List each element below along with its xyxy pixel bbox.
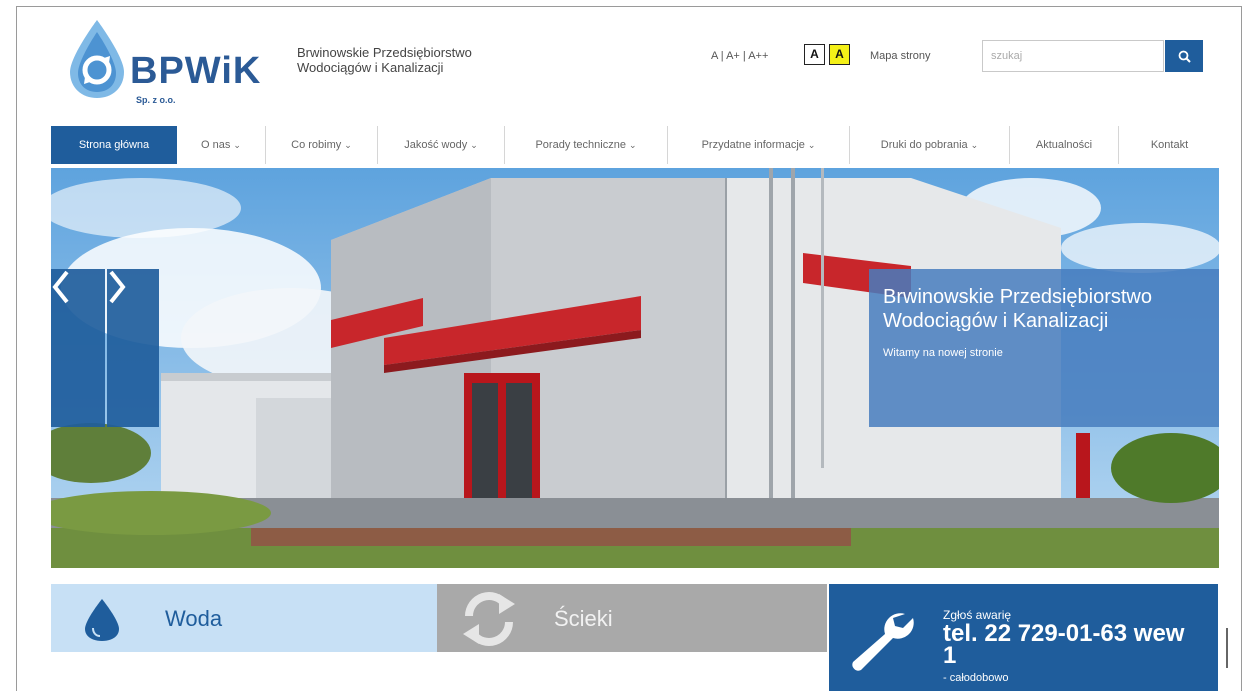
nav-item-label: Co robimy (291, 139, 342, 151)
recycle-arrows-icon (463, 592, 515, 646)
logo-subtitle: Sp. z o.o. (136, 95, 176, 105)
nav-item-co-robimy[interactable]: Co robimy ⌄ (266, 126, 378, 164)
nav-item-label: Aktualności (1035, 139, 1093, 151)
slider-caption: Brwinowskie Przedsiębiorstwo Wodociągów … (869, 269, 1219, 427)
scroll-edge-mark (1226, 628, 1228, 668)
awaria-hours: - całodobowo (943, 672, 1009, 684)
nav-item-jakosc-wody[interactable]: Jakość wody ⌄ (378, 126, 505, 164)
tile-scieki[interactable]: Ścieki (437, 584, 827, 652)
tile-zglos-awarie[interactable]: Zgłoś awarię tel. 22 729-01-63 wew 1 - c… (829, 584, 1218, 691)
tile-scieki-label: Ścieki (554, 606, 613, 631)
slider-prev-button[interactable] (51, 269, 105, 427)
search-icon (1178, 50, 1191, 63)
hero-slider: Brwinowskie Przedsiębiorstwo Wodociągów … (51, 168, 1219, 568)
main-navigation: Strona główna O nas ⌄ Co robimy ⌄ Jakość w… (51, 126, 1220, 164)
search-input[interactable] (982, 40, 1164, 72)
slider-caption-subtitle[interactable]: Witamy na nowej stronie (883, 347, 1205, 359)
contrast-normal-button[interactable]: A (804, 44, 825, 65)
search-button[interactable] (1165, 40, 1203, 72)
chevron-right-icon (109, 270, 126, 304)
tile-woda[interactable]: Woda (51, 584, 437, 652)
chevron-down-icon: ⌄ (233, 139, 241, 150)
nav-item-kontakt[interactable]: Kontakt (1119, 126, 1220, 164)
slider-next-button[interactable] (107, 269, 159, 427)
nav-item-aktualnosci[interactable]: Aktualności (1010, 126, 1119, 164)
contrast-yellow-button[interactable]: A (829, 44, 850, 65)
chevron-down-icon: ⌄ (628, 139, 637, 150)
nav-item-o-nas[interactable]: O nas ⌄ (177, 126, 266, 164)
nav-item-druki-do-pobrania[interactable]: Druki do pobrania ⌄ (850, 126, 1010, 164)
font-size-controls[interactable]: A | A+ | A++ (711, 50, 768, 62)
chevron-down-icon: ⌄ (344, 139, 352, 150)
nav-item-label: Przydatne informacje (701, 139, 805, 151)
nav-item-label: Strona główna (78, 139, 150, 151)
site-logo[interactable]: BPWiK Sp. z o.o. (64, 18, 274, 118)
wrench-icon (852, 613, 914, 671)
nav-item-label: Porady techniczne (535, 139, 626, 151)
chevron-down-icon: ⌄ (470, 139, 478, 150)
nav-item-strona-glowna[interactable]: Strona główna (51, 126, 177, 164)
logo-wordmark: BPWiK (130, 50, 262, 92)
nav-item-label: O nas (201, 139, 231, 151)
sitemap-link[interactable]: Mapa strony (870, 50, 931, 62)
chevron-down-icon: ⌄ (970, 139, 979, 150)
awaria-phone[interactable]: tel. 22 729-01-63 wew 1 (943, 622, 1203, 668)
company-name: Brwinowskie Przedsiębiorstwo Wodociągów … (297, 45, 472, 75)
water-drop-icon (85, 599, 119, 641)
nav-item-label: Jakość wody (404, 139, 468, 151)
water-drop-logo-icon (70, 20, 124, 98)
nav-item-porady-techniczne[interactable]: Porady techniczne ⌄ (505, 126, 668, 164)
chevron-down-icon: ⌄ (807, 139, 816, 150)
tile-woda-label: Woda (165, 606, 223, 631)
nav-item-przydatne-informacje[interactable]: Przydatne informacje ⌄ (668, 126, 850, 164)
chevron-left-icon (52, 270, 69, 304)
slider-caption-title: Brwinowskie Przedsiębiorstwo Wodociągów … (883, 286, 1152, 332)
nav-item-label: Kontakt (1150, 139, 1189, 151)
nav-item-label: Druki do pobrania (880, 139, 968, 151)
